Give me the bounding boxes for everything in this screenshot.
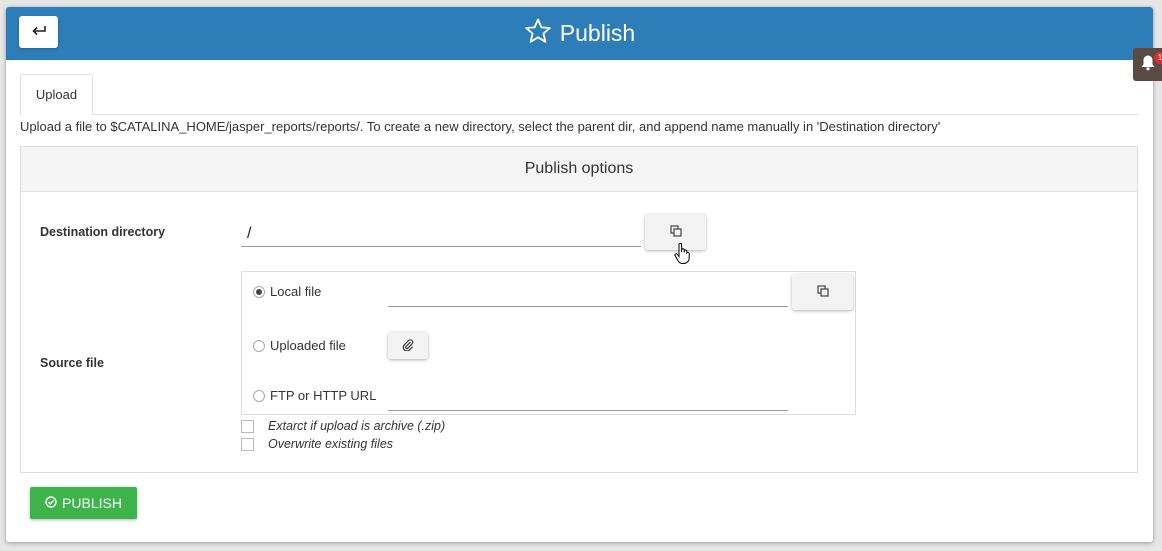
- radio-label: Local file: [270, 284, 322, 299]
- checkbox-label: Extarct if upload is archive (.zip): [268, 419, 446, 433]
- destination-label: Destination directory: [40, 225, 166, 239]
- copy-icon: [816, 284, 829, 300]
- radio-label: Uploaded file: [270, 338, 346, 353]
- local-file-browse-button[interactable]: [792, 274, 853, 310]
- copy-icon: [669, 224, 682, 240]
- publish-options-panel: Publish options Destination directory So…: [20, 146, 1138, 473]
- local-file-input[interactable]: [388, 285, 788, 307]
- checkbox-label: Overwrite existing files: [268, 437, 394, 451]
- overwrite-files-checkbox[interactable]: Overwrite existing files: [241, 437, 393, 451]
- radio-label: FTP or HTTP URL: [270, 388, 377, 403]
- header-title-group: Publish: [6, 7, 1153, 60]
- publish-button-label: PUBLISH: [62, 495, 122, 511]
- radio-button[interactable]: [253, 339, 265, 352]
- checkbox[interactable]: [241, 419, 254, 433]
- radio-button[interactable]: [253, 285, 265, 298]
- star-outline-icon: [524, 18, 552, 49]
- radio-uploaded-file[interactable]: Uploaded file: [253, 338, 346, 353]
- check-circle-icon: [45, 495, 57, 511]
- paperclip-icon: [402, 338, 414, 354]
- tab-upload[interactable]: Upload: [20, 74, 93, 115]
- radio-button[interactable]: [253, 389, 265, 402]
- page-title: Publish: [559, 20, 636, 46]
- notification-button[interactable]: 1: [1133, 48, 1162, 81]
- header-bar: Publish: [6, 7, 1153, 60]
- checkbox[interactable]: [241, 437, 254, 451]
- tab-bar: Upload: [20, 74, 1138, 115]
- panel-title: Publish options: [21, 147, 1137, 192]
- publish-button[interactable]: PUBLISH: [30, 487, 137, 519]
- publish-dialog: Publish Upload Upload a file to $CATALIN…: [6, 7, 1153, 542]
- radio-local-file[interactable]: Local file: [253, 284, 321, 299]
- destination-input[interactable]: [241, 221, 641, 247]
- source-file-box: Local file Uploaded file FTP or HTTP URL: [241, 271, 856, 415]
- ftp-url-input[interactable]: [388, 389, 788, 411]
- help-text: Upload a file to $CATALINA_HOME/jasper_r…: [20, 119, 941, 134]
- destination-browse-button[interactable]: [645, 214, 706, 250]
- radio-ftp-url[interactable]: FTP or HTTP URL: [253, 388, 376, 403]
- extract-archive-checkbox[interactable]: Extarct if upload is archive (.zip): [241, 419, 445, 433]
- notification-count-badge: 1: [1154, 52, 1162, 64]
- upload-file-button[interactable]: [388, 332, 428, 359]
- source-file-label: Source file: [40, 356, 104, 370]
